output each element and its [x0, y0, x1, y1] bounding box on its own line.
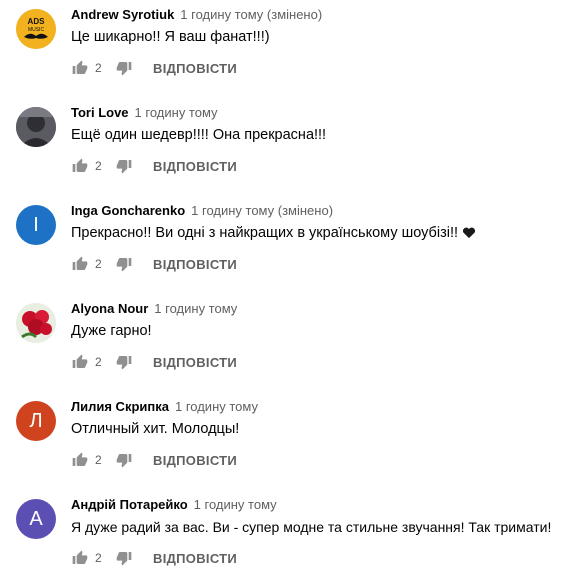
thumbs-down-icon: [116, 552, 132, 566]
thumbs-up-icon: [72, 256, 88, 270]
reply-button[interactable]: ВІДПОВІСТИ: [153, 61, 237, 76]
comment-header: Андрій Потарейко 1 годину тому: [71, 497, 277, 513]
avatar[interactable]: A: [16, 499, 56, 539]
comment-header: Inga Goncharenko 1 годину тому (змінено): [71, 203, 333, 219]
ads-music-logo-icon: ADS MUSIC: [16, 9, 56, 49]
like-count: 2: [95, 61, 102, 75]
author-name[interactable]: Andrew Syrotiuk: [71, 7, 174, 22]
roses-photo-icon: [16, 303, 56, 343]
comment-header: Alyona Nour 1 годину тому: [71, 301, 237, 317]
avatar-letter: A: [29, 507, 43, 530]
dislike-button[interactable]: [115, 59, 133, 77]
reply-button[interactable]: ВІДПОВІСТИ: [153, 453, 237, 468]
like-count: 2: [95, 257, 102, 271]
profile-photo-icon: [16, 107, 56, 147]
reply-button[interactable]: ВІДПОВІСТИ: [153, 551, 237, 566]
author-name[interactable]: Андрій Потарейко: [71, 497, 188, 512]
comment-thread: I Inga Goncharenko 1 годину тому (змінено…: [0, 196, 563, 294]
comment-header: Лилия Скрипка 1 годину тому: [71, 399, 258, 415]
reply-button[interactable]: ВІДПОВІСТИ: [153, 355, 237, 370]
author-name[interactable]: Лилия Скрипка: [71, 399, 169, 414]
comment-text: Дуже гарно!: [71, 323, 152, 339]
comment-actions: 2 ВІДПОВІСТИ: [71, 59, 237, 77]
comment-thread: Л Лилия Скрипка 1 годину тому Отличный хи…: [0, 392, 563, 490]
thumbs-up-icon: [72, 354, 88, 368]
thumbs-up-icon: [72, 452, 88, 466]
reply-button[interactable]: ВІДПОВІСТИ: [153, 257, 237, 272]
dislike-button[interactable]: [115, 255, 133, 273]
like-button[interactable]: [71, 451, 89, 469]
like-button[interactable]: [71, 549, 89, 567]
avatar[interactable]: [16, 303, 56, 343]
comment-time[interactable]: 1 годину тому: [135, 105, 218, 120]
thumbs-down-icon: [116, 160, 132, 174]
avatar[interactable]: [16, 107, 56, 147]
thumbs-down-icon: [116, 356, 132, 370]
comment-time[interactable]: 1 годину тому (змінено): [180, 7, 322, 22]
avatar[interactable]: ADS MUSIC: [16, 9, 56, 49]
comment-header: Tori Love 1 годину тому: [71, 105, 218, 121]
reply-button[interactable]: ВІДПОВІСТИ: [153, 159, 237, 174]
comment-text: Це шикарно!! Я ваш фанат!!!): [71, 29, 270, 45]
comment-header: Andrew Syrotiuk 1 годину тому (змінено): [71, 7, 322, 23]
thumbs-up-icon: [72, 158, 88, 172]
like-count: 2: [95, 355, 102, 369]
avatar-letter: Л: [29, 409, 43, 432]
like-count: 2: [95, 453, 102, 467]
author-name[interactable]: Inga Goncharenko: [71, 203, 185, 218]
thumbs-up-icon: [72, 550, 88, 564]
thumbs-down-icon: [116, 258, 132, 272]
dislike-button[interactable]: [115, 157, 133, 175]
avatar[interactable]: Л: [16, 401, 56, 441]
comment-actions: 2 ВІДПОВІСТИ: [71, 353, 237, 371]
like-button[interactable]: [71, 255, 89, 273]
dislike-button[interactable]: [115, 353, 133, 371]
comment-time[interactable]: 1 годину тому: [175, 399, 258, 414]
svg-text:ADS: ADS: [28, 17, 46, 26]
comment-text: Прекрасно!! Ви одні з найкращих в україн…: [71, 223, 476, 243]
like-count: 2: [95, 551, 102, 565]
comment-actions: 2 ВІДПОВІСТИ: [71, 451, 237, 469]
like-count: 2: [95, 159, 102, 173]
black-heart-icon: [462, 227, 476, 239]
svg-text:MUSIC: MUSIC: [28, 27, 45, 33]
comment-thread: Alyona Nour 1 годину тому Дуже гарно! 2 В…: [0, 294, 563, 392]
thumbs-down-icon: [116, 62, 132, 76]
comment-time[interactable]: 1 годину тому: [154, 301, 237, 316]
like-button[interactable]: [71, 59, 89, 77]
thumbs-up-icon: [72, 60, 88, 74]
comment-time[interactable]: 1 годину тому: [194, 497, 277, 512]
comment-thread: A Андрій Потарейко 1 годину тому Я дуже р…: [0, 490, 563, 588]
comment-text: Ещё один шедевр!!!! Она прекрасна!!!: [71, 127, 327, 143]
comment-thread: Tori Love 1 годину тому Ещё один шедевр!!…: [0, 98, 563, 196]
avatar-letter: I: [33, 213, 39, 236]
thumbs-down-icon: [116, 454, 132, 468]
comment-text-content: Прекрасно!! Ви одні з найкращих в україн…: [71, 225, 458, 241]
comment-actions: 2 ВІДПОВІСТИ: [71, 157, 237, 175]
comment-thread: ADS MUSIC Andrew Syrotiuk 1 годину тому (…: [0, 0, 563, 98]
comment-actions: 2 ВІДПОВІСТИ: [71, 549, 237, 567]
dislike-button[interactable]: [115, 451, 133, 469]
author-name[interactable]: Tori Love: [71, 105, 129, 120]
comment-text: Отличный хит. Молодцы!: [71, 421, 240, 437]
comment-time[interactable]: 1 годину тому (змінено): [191, 203, 333, 218]
avatar[interactable]: I: [16, 205, 56, 245]
like-button[interactable]: [71, 157, 89, 175]
comment-actions: 2 ВІДПОВІСТИ: [71, 255, 237, 273]
like-button[interactable]: [71, 353, 89, 371]
dislike-button[interactable]: [115, 549, 133, 567]
comment-text: Я дуже радий за вас. Ви - супер модне та…: [71, 519, 552, 535]
author-name[interactable]: Alyona Nour: [71, 301, 148, 316]
